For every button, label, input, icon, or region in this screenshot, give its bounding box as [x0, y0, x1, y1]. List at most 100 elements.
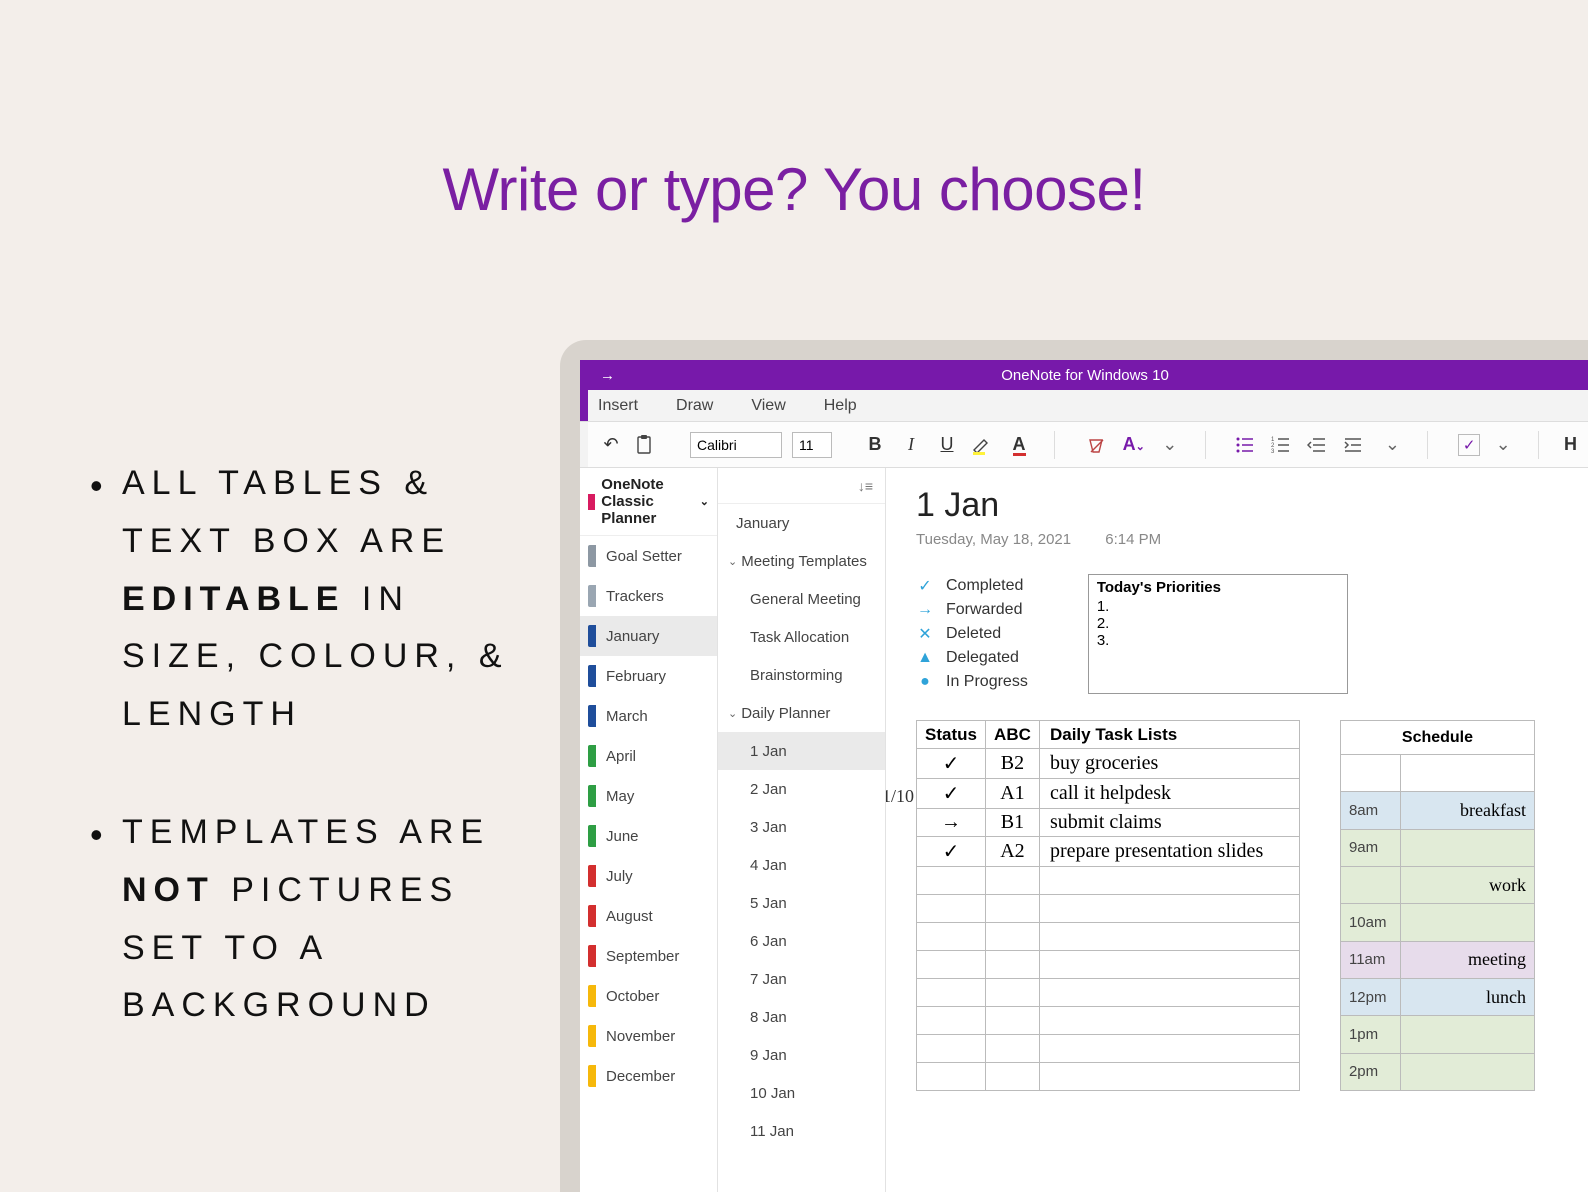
section-march[interactable]: March — [580, 696, 717, 736]
bold-button[interactable]: B — [862, 434, 888, 455]
dropdown-chevron-icon[interactable]: ⌄ — [1157, 434, 1183, 455]
font-name-input[interactable] — [690, 432, 782, 458]
section-july[interactable]: July — [580, 856, 717, 896]
font-size-input[interactable] — [792, 432, 832, 458]
schedule-event[interactable] — [1400, 755, 1534, 792]
cell-status[interactable]: ✓ — [917, 779, 986, 809]
page-item[interactable]: January — [718, 504, 885, 542]
schedule-event[interactable]: work — [1400, 866, 1534, 903]
cell-desc[interactable]: prepare presentation slides — [1039, 837, 1299, 867]
schedule-event[interactable]: breakfast — [1400, 792, 1534, 829]
page-item[interactable]: 4 Jan — [718, 846, 885, 884]
notebook-selector[interactable]: OneNote Classic Planner ⌄ — [580, 468, 717, 536]
page-item[interactable]: 9 Jan — [718, 1036, 885, 1074]
cell-abc[interactable]: A1 — [985, 779, 1039, 809]
schedule-row[interactable]: 2pm — [1340, 1053, 1534, 1090]
section-trackers[interactable]: Trackers — [580, 576, 717, 616]
schedule-event[interactable]: lunch — [1400, 978, 1534, 1015]
forward-arrow-icon[interactable]: → — [600, 367, 615, 384]
schedule-table[interactable]: Schedule 8ambreakfast9amwork10am11ammeet… — [1340, 720, 1535, 1091]
page-item[interactable]: 3 Jan — [718, 808, 885, 846]
font-color-icon[interactable]: A — [1006, 434, 1032, 456]
page-item[interactable]: 5 Jan — [718, 884, 885, 922]
schedule-row[interactable]: 8ambreakfast — [1340, 792, 1534, 829]
cell-status[interactable]: → — [917, 809, 986, 837]
styles-icon[interactable]: A⌄ — [1121, 434, 1147, 455]
clipboard-icon[interactable] — [634, 434, 660, 456]
table-row[interactable] — [917, 867, 1300, 895]
schedule-event[interactable] — [1400, 1016, 1534, 1053]
table-row[interactable] — [917, 895, 1300, 923]
section-goal-setter[interactable]: Goal Setter — [580, 536, 717, 576]
section-february[interactable]: February — [580, 656, 717, 696]
schedule-row[interactable]: 11ammeeting — [1340, 941, 1534, 978]
page-item[interactable]: 7 Jan — [718, 960, 885, 998]
todo-tag-icon[interactable]: ✓ — [1458, 434, 1480, 456]
sort-icon[interactable]: ↓≡ — [858, 478, 873, 494]
schedule-row[interactable]: 9am — [1340, 829, 1534, 866]
schedule-event[interactable] — [1400, 904, 1534, 941]
page-item[interactable]: 8 Jan — [718, 998, 885, 1036]
schedule-row[interactable]: 1pm — [1340, 1016, 1534, 1053]
section-august[interactable]: August — [580, 896, 717, 936]
cell-desc[interactable]: call it helpdesk — [1039, 779, 1299, 809]
page-content[interactable]: 1 Jan Tuesday, May 18, 2021 6:14 PM ✓Com… — [886, 468, 1588, 1192]
cell-abc[interactable]: B2 — [985, 749, 1039, 779]
table-row[interactable] — [917, 1007, 1300, 1035]
undo-icon[interactable]: ↶ — [598, 434, 624, 455]
table-row[interactable]: ✓A1call it helpdesk — [917, 779, 1300, 809]
underline-button[interactable]: U — [934, 434, 960, 455]
page-title[interactable]: 1 Jan — [916, 486, 1588, 525]
tab-insert[interactable]: Insert — [598, 397, 638, 415]
page-item[interactable]: Task Allocation — [718, 618, 885, 656]
section-april[interactable]: April — [580, 736, 717, 776]
table-row[interactable] — [917, 1035, 1300, 1063]
schedule-event[interactable] — [1400, 1053, 1534, 1090]
cell-status[interactable]: ✓ — [917, 837, 986, 867]
page-item[interactable]: Brainstorming — [718, 656, 885, 694]
priority-line[interactable]: 3. — [1097, 632, 1339, 649]
priority-line[interactable]: 1. — [1097, 598, 1339, 615]
italic-button[interactable]: I — [898, 434, 924, 455]
outdent-icon[interactable] — [1307, 435, 1333, 455]
schedule-row[interactable]: 12pmlunch — [1340, 978, 1534, 1015]
schedule-row[interactable] — [1340, 755, 1534, 792]
schedule-row[interactable]: work — [1340, 866, 1534, 903]
cell-abc[interactable]: A2 — [985, 837, 1039, 867]
page-item[interactable]: ⌄Meeting Templates — [718, 542, 885, 580]
page-item[interactable]: 11 Jan — [718, 1112, 885, 1150]
section-september[interactable]: September — [580, 936, 717, 976]
page-item[interactable]: 6 Jan — [718, 922, 885, 960]
section-january[interactable]: January — [580, 616, 717, 656]
page-item[interactable]: 1 Jan — [718, 732, 885, 770]
tab-draw[interactable]: Draw — [676, 397, 713, 415]
tab-help[interactable]: Help — [824, 397, 857, 415]
section-october[interactable]: October — [580, 976, 717, 1016]
schedule-row[interactable]: 10am — [1340, 904, 1534, 941]
dropdown-chevron-icon[interactable]: ⌄ — [1379, 434, 1405, 455]
priorities-box[interactable]: Today's Priorities 1. 2. 3. — [1088, 574, 1348, 694]
number-list-icon[interactable]: 123 — [1271, 435, 1297, 455]
section-may[interactable]: May — [580, 776, 717, 816]
schedule-event[interactable] — [1400, 829, 1534, 866]
cell-desc[interactable]: submit claims — [1039, 809, 1299, 837]
highlight-icon[interactable] — [970, 434, 996, 456]
page-item[interactable]: 10 Jan — [718, 1074, 885, 1112]
clear-format-icon[interactable] — [1085, 434, 1111, 456]
page-item[interactable]: ⌄Daily Planner — [718, 694, 885, 732]
bullet-list-icon[interactable] — [1235, 435, 1261, 455]
section-december[interactable]: December — [580, 1056, 717, 1096]
section-november[interactable]: November — [580, 1016, 717, 1056]
page-item[interactable]: General Meeting — [718, 580, 885, 618]
schedule-event[interactable]: meeting — [1400, 941, 1534, 978]
table-row[interactable] — [917, 951, 1300, 979]
indent-icon[interactable] — [1343, 435, 1369, 455]
section-june[interactable]: June — [580, 816, 717, 856]
table-row[interactable]: ✓B2buy groceries — [917, 749, 1300, 779]
table-row[interactable] — [917, 923, 1300, 951]
cell-desc[interactable]: buy groceries — [1039, 749, 1299, 779]
table-row[interactable]: →B1submit claims — [917, 809, 1300, 837]
task-table[interactable]: Status ABC Daily Task Lists ✓B2buy groce… — [916, 720, 1300, 1091]
table-row[interactable]: ✓A2prepare presentation slides — [917, 837, 1300, 867]
cell-status[interactable]: ✓ — [917, 749, 986, 779]
